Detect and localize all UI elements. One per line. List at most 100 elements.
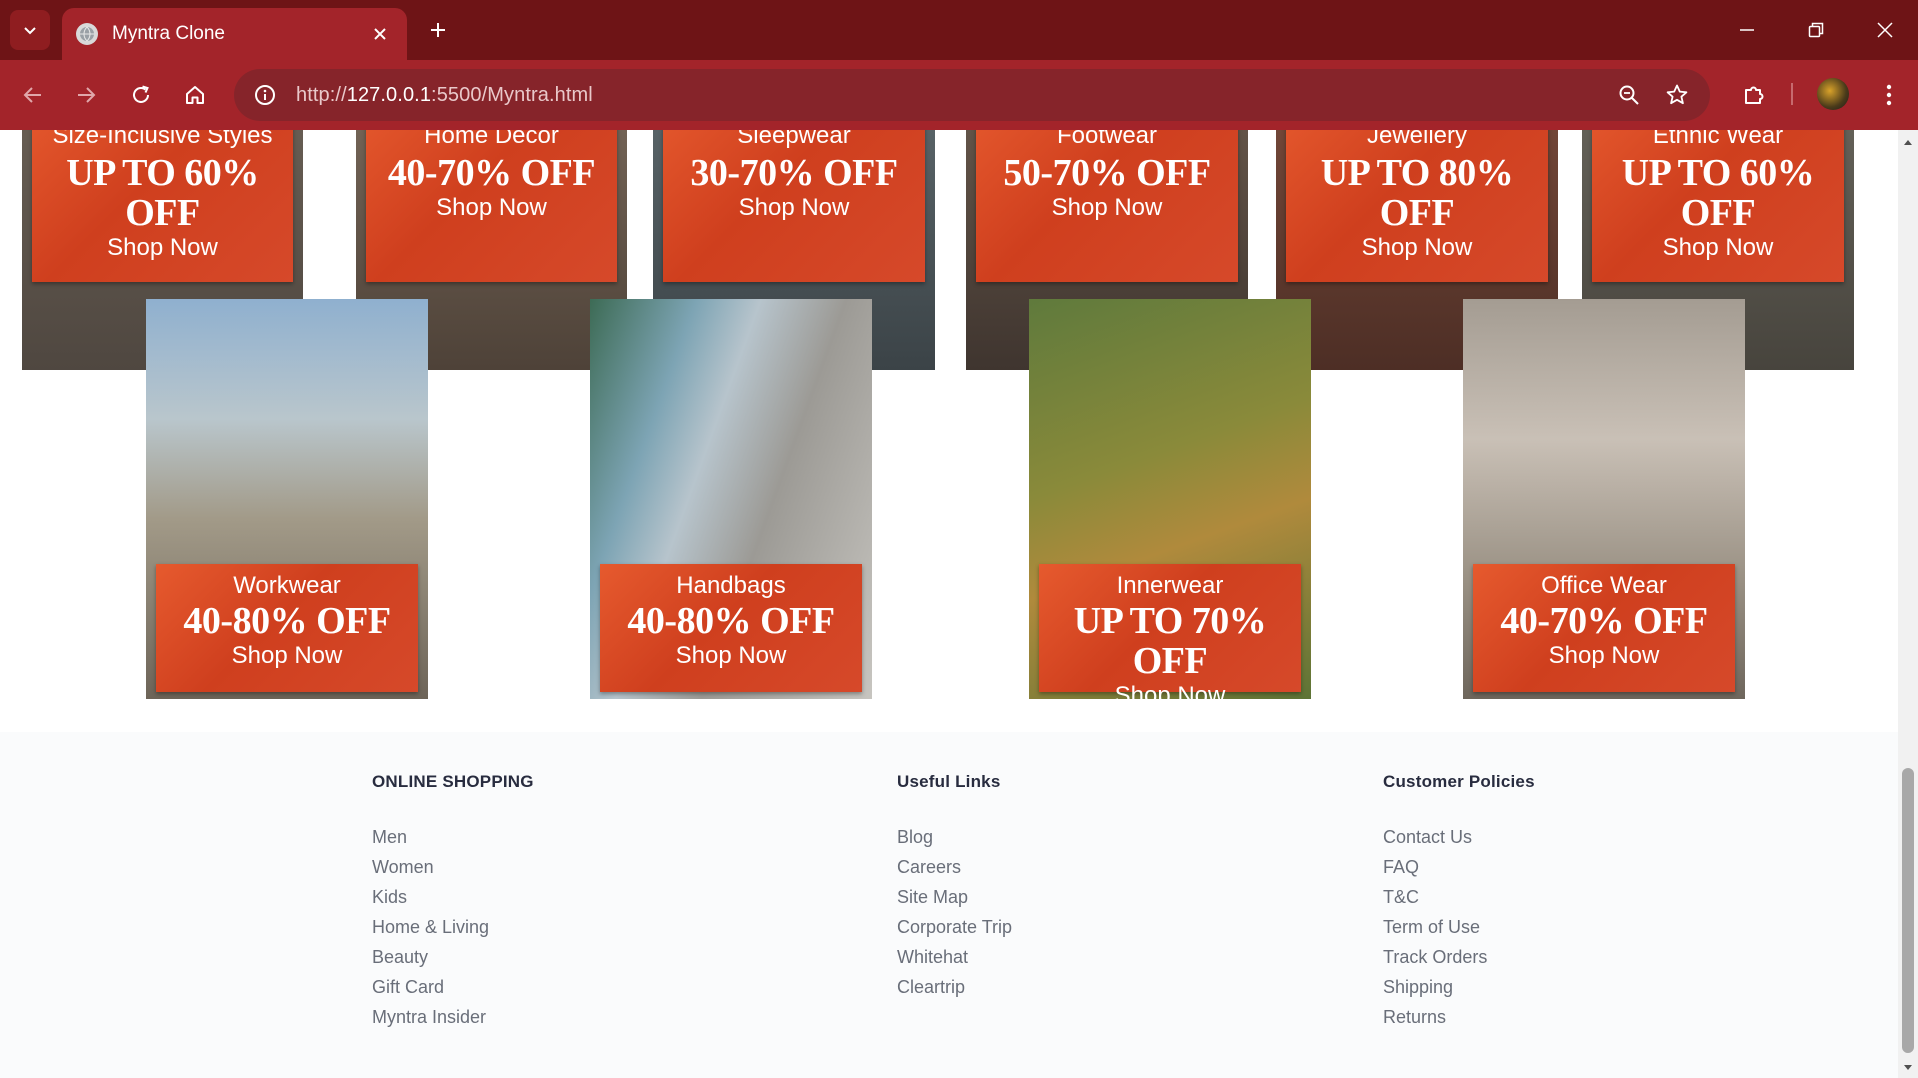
home-icon	[186, 86, 204, 104]
banner-offer: UP TO 70% OFF	[1073, 600, 1267, 682]
page-scrollbar[interactable]	[1898, 130, 1918, 1078]
info-icon[interactable]	[252, 82, 278, 108]
shop-now-link[interactable]: Shop Now	[600, 642, 862, 670]
profile-avatar[interactable]	[1817, 78, 1849, 110]
browser-tab-bar: Myntra Clone	[0, 0, 1918, 60]
footer-link-list: Men Women Kids Home & Living Beauty Gift Card…	[372, 822, 534, 1032]
reload-icon	[133, 85, 149, 103]
footer-link[interactable]: Kids	[372, 882, 534, 912]
footer-heading: Customer Policies	[1383, 772, 1535, 791]
tab-title: Myntra Clone	[112, 23, 225, 44]
banner-category: Size-Inclusive Styles	[52, 130, 273, 149]
banner-category: Office Wear	[1541, 572, 1667, 599]
reload-button[interactable]	[121, 75, 161, 115]
bookmark-star-icon[interactable]	[1662, 80, 1692, 110]
puzzle-icon	[1745, 86, 1764, 104]
offer-badge: Ethnic Wear UP TO 60% OFF Shop Now	[1592, 130, 1844, 282]
browser-tab-active[interactable]: Myntra Clone	[62, 8, 407, 60]
footer-link[interactable]: Track Orders	[1383, 942, 1535, 972]
footer-link[interactable]: Beauty	[372, 942, 534, 972]
offer-badge: Office Wear 40-70% OFF Shop Now	[1473, 564, 1735, 692]
footer-link[interactable]: Myntra Insider	[372, 1002, 534, 1032]
shop-now-link[interactable]: Shop Now	[976, 194, 1238, 222]
menu-button[interactable]	[1869, 75, 1909, 115]
footer-link[interactable]: Site Map	[897, 882, 1012, 912]
footer-link[interactable]: FAQ	[1383, 852, 1535, 882]
offer-badge: Workwear 40-80% OFF Shop Now	[156, 564, 418, 692]
offer-badge: Innerwear UP TO 70% OFF Shop Now	[1039, 564, 1301, 699]
address-bar[interactable]: http://127.0.0.1:5500/Myntra.html	[234, 69, 1710, 121]
banner-offer: 40-80% OFF	[183, 600, 391, 642]
footer-link[interactable]: T&C	[1383, 882, 1535, 912]
mid-banner-card[interactable]: Handbags 40-80% OFF Shop Now	[590, 299, 872, 699]
arrow-right-icon	[78, 87, 96, 103]
banner-category: Innerwear	[1116, 572, 1224, 599]
shop-now-link[interactable]: Shop Now	[156, 642, 418, 670]
footer-link[interactable]: Women	[372, 852, 534, 882]
zoom-icon[interactable]	[1614, 80, 1644, 110]
footer-customer-policies: Customer Policies Contact Us FAQ T&C Term o…	[1383, 772, 1535, 1032]
shop-now-link[interactable]: Shop Now	[366, 194, 617, 222]
tab-close-button[interactable]	[367, 21, 393, 47]
banner-category: Footwear	[1056, 130, 1158, 149]
footer-link-list: Contact Us FAQ T&C Term of Use Track Orders S…	[1383, 822, 1535, 1032]
home-button[interactable]	[175, 75, 215, 115]
restore-button[interactable]	[1794, 8, 1838, 52]
scroll-up-arrow[interactable]	[1898, 134, 1918, 150]
shop-now-link[interactable]: Shop Now	[32, 234, 293, 262]
scroll-thumb[interactable]	[1902, 768, 1914, 1053]
shop-now-link[interactable]: Shop Now	[1592, 234, 1844, 262]
banner-offer: 50-70% OFF	[1003, 152, 1211, 194]
url-path: :5500/Myntra.html	[431, 83, 593, 106]
banner-category: Ethnic Wear	[1652, 130, 1784, 149]
footer-link[interactable]: Returns	[1383, 1002, 1535, 1032]
footer-link[interactable]: Cleartrip	[897, 972, 1012, 1002]
extensions-button[interactable]	[1734, 75, 1774, 115]
close-icon	[374, 28, 386, 40]
footer-heading: ONLINE SHOPPING	[372, 772, 534, 791]
new-tab-button[interactable]	[420, 12, 456, 48]
more-vertical-icon	[1886, 84, 1892, 106]
footer-link[interactable]: Home & Living	[372, 912, 534, 942]
offer-badge: Size-Inclusive Styles UP TO 60% OFF Shop N…	[32, 130, 293, 282]
chevron-down-icon	[24, 27, 36, 35]
footer-link[interactable]: Term of Use	[1383, 912, 1535, 942]
forward-button[interactable]	[66, 75, 106, 115]
footer-link[interactable]: Careers	[897, 852, 1012, 882]
tab-search-button[interactable]	[10, 10, 50, 50]
footer-link[interactable]: Contact Us	[1383, 822, 1535, 852]
restore-icon	[1808, 22, 1824, 38]
minimize-button[interactable]	[1725, 8, 1769, 52]
banner-offer: 30-70% OFF	[690, 152, 898, 194]
offer-badge: Jewellery UP TO 80% OFF Shop Now	[1286, 130, 1548, 282]
scroll-down-arrow[interactable]	[1898, 1060, 1918, 1076]
mid-banner-card[interactable]: Office Wear 40-70% OFF Shop Now	[1463, 299, 1745, 699]
footer: ONLINE SHOPPING Men Women Kids Home & Livin…	[0, 732, 1898, 1078]
banner-category: Jewellery	[1366, 130, 1468, 149]
arrow-left-icon	[23, 87, 41, 103]
url-text[interactable]: http://127.0.0.1:5500/Myntra.html	[296, 84, 593, 107]
close-window-button[interactable]	[1863, 8, 1907, 52]
shop-now-link[interactable]: Shop Now	[1039, 682, 1301, 699]
plus-icon	[431, 23, 445, 37]
back-button[interactable]	[13, 75, 53, 115]
banner-offer: UP TO 60% OFF	[1621, 152, 1815, 234]
footer-link[interactable]: Corporate Trip	[897, 912, 1012, 942]
page-viewport: Size-Inclusive Styles UP TO 60% OFF Shop N…	[0, 130, 1898, 1078]
banner-category: Home Decor	[424, 130, 559, 149]
mid-banner-card[interactable]: Workwear 40-80% OFF Shop Now	[146, 299, 428, 699]
footer-link[interactable]: Whitehat	[897, 942, 1012, 972]
url-host: 127.0.0.1	[346, 83, 432, 106]
shop-now-link[interactable]: Shop Now	[663, 194, 925, 222]
shop-now-link[interactable]: Shop Now	[1286, 234, 1548, 262]
banner-category: Handbags	[676, 572, 786, 599]
offer-badge: Home Decor 40-70% OFF Shop Now	[366, 130, 617, 282]
mid-banner-card[interactable]: Innerwear UP TO 70% OFF Shop Now	[1029, 299, 1311, 699]
footer-link[interactable]: Men	[372, 822, 534, 852]
footer-link[interactable]: Blog	[897, 822, 1012, 852]
footer-link[interactable]: Gift Card	[372, 972, 534, 1002]
shop-now-link[interactable]: Shop Now	[1473, 642, 1735, 670]
offer-badge: Sleepwear 30-70% OFF Shop Now	[663, 130, 925, 282]
footer-link[interactable]: Shipping	[1383, 972, 1535, 1002]
banner-offer: 40-70% OFF	[1500, 600, 1708, 642]
